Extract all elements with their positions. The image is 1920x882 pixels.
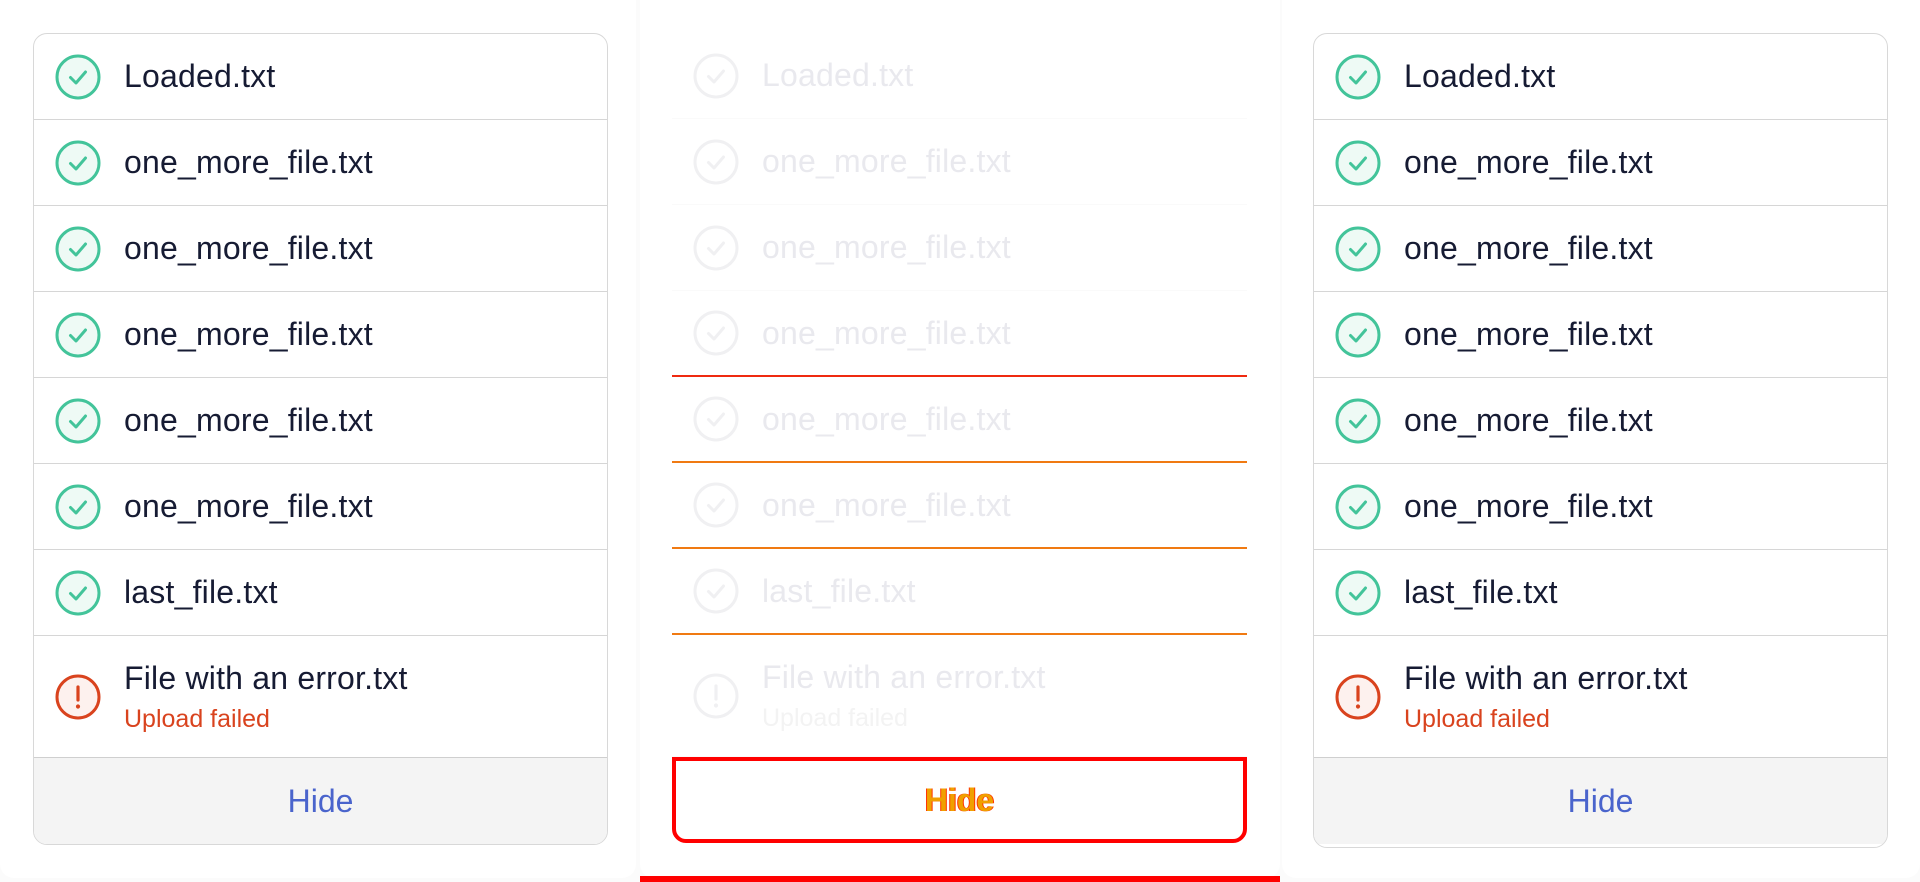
file-name: one_more_file.txt xyxy=(762,486,1011,523)
file-row: one_more_file.txt xyxy=(672,463,1247,549)
error-file-row: File with an error.txt Upload failed xyxy=(34,636,607,758)
file-row: one_more_file.txt xyxy=(672,119,1247,205)
file-row: one_more_file.txt xyxy=(34,464,607,550)
error-message: Upload failed xyxy=(1404,704,1550,733)
file-name: last_file.txt xyxy=(762,572,916,609)
file-name: Loaded.txt xyxy=(762,57,914,93)
file-row: one_more_file.txt xyxy=(672,377,1247,463)
file-name: one_more_file.txt xyxy=(762,143,1011,179)
file-row: one_more_file.txt xyxy=(34,120,607,206)
file-name: File with an error.txt xyxy=(1404,659,1688,696)
file-row: one_more_file.txt xyxy=(1314,464,1887,550)
file-row: one_more_file.txt xyxy=(1314,292,1887,378)
file-name: one_more_file.txt xyxy=(762,400,1011,437)
hide-button[interactable]: Hide xyxy=(1314,758,1887,844)
exclamation-circle-icon xyxy=(1334,673,1382,721)
file-row: one_more_file.txt xyxy=(34,378,607,464)
file-name: one_more_file.txt xyxy=(1404,316,1653,352)
file-name: one_more_file.txt xyxy=(1404,488,1653,524)
upload-list-panel: Loaded.txt one_more_file.txt one_more_fi… xyxy=(33,33,608,845)
hide-button[interactable]: Hide xyxy=(34,758,607,844)
file-row: Loaded.txt xyxy=(34,34,607,120)
check-circle-icon xyxy=(1334,397,1382,445)
hide-button[interactable]: Hide xyxy=(672,757,1247,843)
file-name: one_more_file.txt xyxy=(124,230,373,266)
error-file-info: File with an error.txt Upload failed xyxy=(762,659,1046,733)
file-name: one_more_file.txt xyxy=(762,229,1011,265)
check-circle-icon xyxy=(1334,311,1382,359)
file-row: Loaded.txt xyxy=(1314,34,1887,120)
file-name: one_more_file.txt xyxy=(762,314,1011,351)
error-file-info: File with an error.txt Upload failed xyxy=(1404,660,1688,734)
error-file-row: File with an error.txt Upload failed xyxy=(672,635,1247,757)
error-file-info: File with an error.txt Upload failed xyxy=(124,660,408,734)
error-message: Upload failed xyxy=(124,704,270,733)
check-circle-icon xyxy=(692,395,740,443)
file-name: one_more_file.txt xyxy=(124,488,373,524)
check-circle-icon xyxy=(692,481,740,529)
check-circle-icon xyxy=(692,567,740,615)
check-circle-icon xyxy=(1334,483,1382,531)
check-circle-icon xyxy=(692,138,740,186)
error-message: Upload failed xyxy=(762,703,908,732)
check-circle-icon xyxy=(1334,139,1382,187)
error-file-row: File with an error.txt Upload failed xyxy=(1314,636,1887,758)
check-circle-icon xyxy=(1334,569,1382,617)
file-row: one_more_file.txt xyxy=(672,205,1247,291)
file-name: one_more_file.txt xyxy=(124,402,373,438)
file-row: last_file.txt xyxy=(672,549,1247,635)
file-name: one_more_file.txt xyxy=(124,316,373,352)
check-circle-icon xyxy=(54,397,102,445)
check-circle-icon xyxy=(54,53,102,101)
file-row: one_more_file.txt xyxy=(1314,206,1887,292)
file-row: one_more_file.txt xyxy=(34,206,607,292)
check-circle-icon xyxy=(54,483,102,531)
highlight-underline xyxy=(640,876,1280,882)
check-circle-icon xyxy=(692,224,740,272)
check-circle-icon xyxy=(1334,225,1382,273)
check-circle-icon xyxy=(1334,53,1382,101)
check-circle-icon xyxy=(54,225,102,273)
file-name: one_more_file.txt xyxy=(1404,144,1653,180)
exclamation-circle-icon xyxy=(692,672,740,720)
check-circle-icon xyxy=(54,139,102,187)
file-name: last_file.txt xyxy=(124,574,278,610)
file-row: one_more_file.txt xyxy=(1314,378,1887,464)
check-circle-icon xyxy=(692,52,740,100)
file-row: last_file.txt xyxy=(1314,550,1887,636)
exclamation-circle-icon xyxy=(54,673,102,721)
file-row: last_file.txt xyxy=(34,550,607,636)
file-name: one_more_file.txt xyxy=(1404,230,1653,266)
file-row: Loaded.txt xyxy=(672,33,1247,119)
file-name: Loaded.txt xyxy=(124,58,276,94)
file-row: one_more_file.txt xyxy=(672,291,1247,377)
check-circle-icon xyxy=(692,309,740,357)
file-row: one_more_file.txt xyxy=(34,292,607,378)
file-name: File with an error.txt xyxy=(762,658,1046,695)
check-circle-icon xyxy=(54,311,102,359)
file-name: Loaded.txt xyxy=(1404,58,1556,94)
file-name: last_file.txt xyxy=(1404,574,1558,610)
file-name: one_more_file.txt xyxy=(124,144,373,180)
file-name: one_more_file.txt xyxy=(1404,402,1653,438)
file-name: File with an error.txt xyxy=(124,659,408,696)
upload-list-panel-faded: Loaded.txt one_more_file.txt one_more_fi… xyxy=(672,33,1247,845)
file-row: one_more_file.txt xyxy=(1314,120,1887,206)
check-circle-icon xyxy=(54,569,102,617)
upload-list-panel: Loaded.txt one_more_file.txt one_more_fi… xyxy=(1313,33,1888,848)
